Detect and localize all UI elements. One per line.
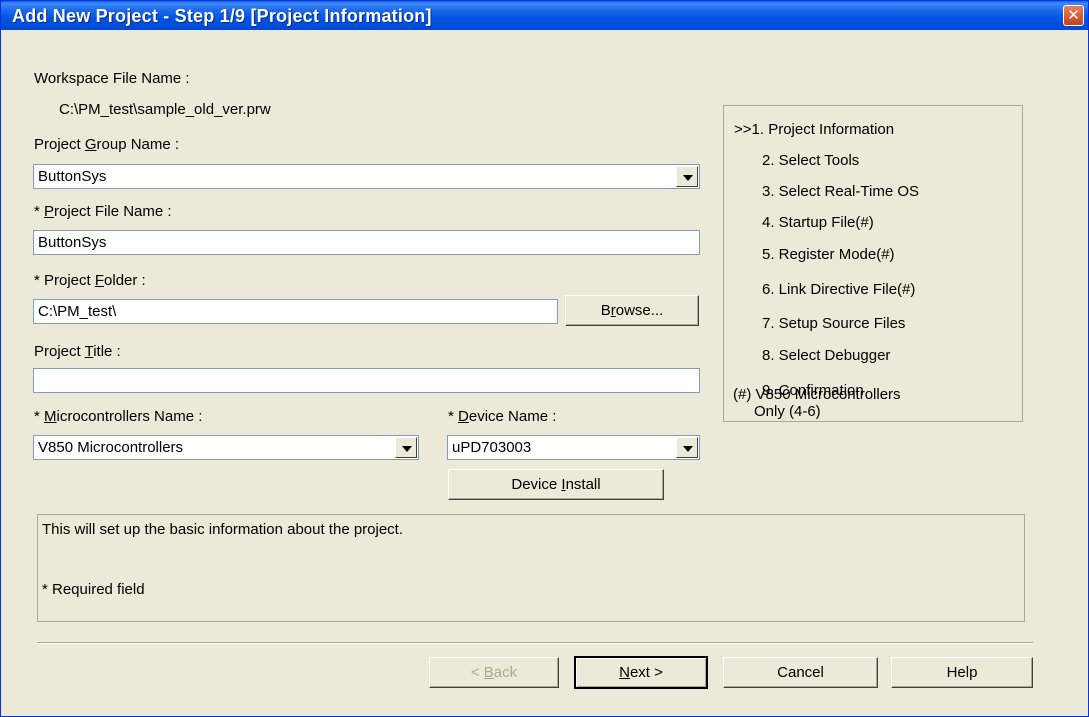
- device-name-combo[interactable]: uPD703003: [447, 435, 700, 460]
- cancel-button[interactable]: Cancel: [723, 657, 878, 688]
- close-button[interactable]: ✕: [1063, 5, 1084, 26]
- steps-note-line1: (#) V850 Microcontrollers: [733, 386, 901, 403]
- close-icon: ✕: [1067, 7, 1080, 24]
- device-install-button[interactable]: Device Install: [448, 469, 664, 500]
- description-text: This will set up the basic information a…: [42, 521, 404, 538]
- step-item: 4. Startup File(#): [762, 214, 874, 231]
- step-item: 3. Select Real-Time OS: [762, 183, 919, 200]
- steps-panel: >>1. Project Information 2. Select Tools…: [723, 105, 1023, 422]
- back-button[interactable]: < Back: [429, 657, 559, 688]
- separator: [37, 642, 1033, 644]
- step-item: 2. Select Tools: [762, 152, 860, 169]
- add-new-project-dialog: Add New Project - Step 1/9 [Project Info…: [0, 0, 1089, 717]
- step-item: >>1. Project Information: [734, 121, 895, 138]
- step-item: 7. Setup Source Files: [762, 315, 906, 332]
- next-button[interactable]: Next >: [574, 656, 708, 689]
- title-bar[interactable]: Add New Project - Step 1/9 [Project Info…: [1, 1, 1088, 30]
- browse-button[interactable]: Browse...: [565, 295, 699, 326]
- chevron-down-icon[interactable]: [676, 437, 698, 458]
- project-folder-label: * Project Folder :: [34, 272, 146, 289]
- project-title-label: Project Title :: [34, 343, 121, 360]
- microcontrollers-name-label: * Microcontrollers Name :: [34, 408, 203, 425]
- project-folder-input[interactable]: C:\PM_test\: [33, 299, 558, 324]
- device-name-value: uPD703003: [452, 439, 532, 456]
- chevron-down-icon[interactable]: [395, 437, 417, 458]
- microcontrollers-name-value: V850 Microcontrollers: [38, 439, 184, 456]
- help-button[interactable]: Help: [891, 657, 1033, 688]
- step-item: 8. Select Debugger: [762, 347, 891, 364]
- window-title: Add New Project - Step 1/9 [Project Info…: [12, 6, 432, 26]
- chevron-down-icon[interactable]: [676, 166, 698, 187]
- dialog-body: Workspace File Name : C:\PM_test\sample_…: [4, 30, 1085, 714]
- microcontrollers-name-combo[interactable]: V850 Microcontrollers: [33, 435, 419, 460]
- steps-note-line2: Only (4-6): [754, 403, 821, 420]
- project-group-name-label: Project Group Name :: [34, 136, 180, 153]
- description-box: This will set up the basic information a…: [37, 514, 1025, 622]
- project-file-name-label: * Project File Name :: [34, 203, 172, 220]
- project-group-name-combo[interactable]: ButtonSys: [33, 164, 700, 189]
- step-item: 5. Register Mode(#): [762, 246, 895, 263]
- device-name-label: * Device Name :: [448, 408, 557, 425]
- project-file-name-input[interactable]: ButtonSys: [33, 230, 700, 255]
- step-item: 6. Link Directive File(#): [762, 281, 916, 298]
- project-group-name-value: ButtonSys: [38, 168, 107, 185]
- required-field-note: * Required field: [42, 581, 145, 598]
- project-title-input[interactable]: [33, 368, 700, 393]
- workspace-file-name-label: Workspace File Name :: [34, 70, 190, 87]
- workspace-file-name-value: C:\PM_test\sample_old_ver.prw: [59, 101, 271, 118]
